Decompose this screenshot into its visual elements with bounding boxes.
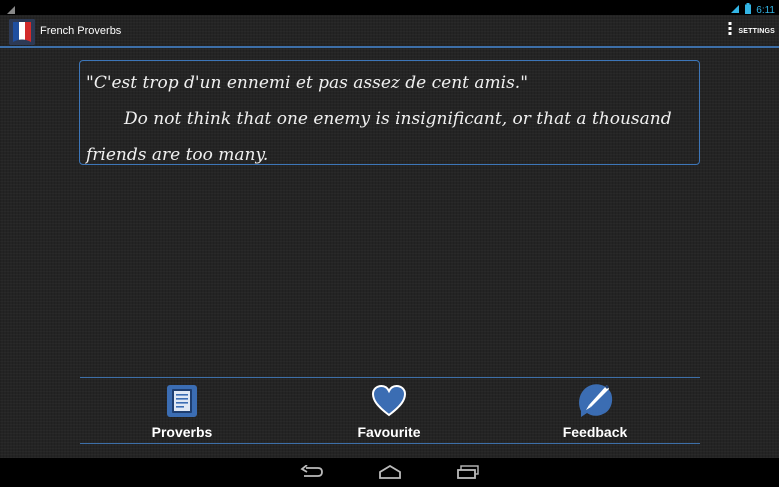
system-nav-bar: [0, 458, 779, 487]
app-title: French Proverbs: [40, 25, 122, 37]
proverb-english-line1: Do not think that one enemy is insignifi…: [124, 109, 672, 129]
settings-button[interactable]: SETTINGS: [728, 22, 775, 40]
overflow-menu-icon: [728, 22, 732, 40]
quill-pen-icon: [575, 381, 615, 424]
bottom-nav: Proverbs Favourite Feedback: [80, 377, 700, 444]
nav-proverbs[interactable]: Proverbs: [102, 378, 262, 443]
nav-proverbs-label: Proverbs: [151, 424, 213, 440]
book-icon: [166, 384, 198, 423]
recents-icon[interactable]: [456, 465, 480, 484]
settings-label: SETTINGS: [738, 27, 775, 35]
status-time: 6:11: [756, 4, 775, 16]
proverb-french: "C'est trop d'un ennemi et pas assez de …: [86, 73, 529, 93]
status-bar: 6:11: [0, 0, 779, 16]
nav-favourite-label: Favourite: [357, 424, 421, 440]
app-content: French Proverbs SETTINGS "C'est trop d'u…: [0, 15, 779, 458]
action-bar: French Proverbs SETTINGS: [0, 15, 779, 48]
heart-icon: [371, 384, 407, 423]
nav-feedback-label: Feedback: [562, 424, 628, 440]
home-icon[interactable]: [378, 464, 402, 484]
back-icon[interactable]: [300, 464, 324, 484]
proverb-english-line2: friends are too many.: [86, 145, 269, 165]
nav-feedback[interactable]: Feedback: [515, 378, 675, 443]
app-logo-icon[interactable]: [9, 19, 35, 45]
nav-favourite[interactable]: Favourite: [309, 378, 469, 443]
proverb-card: "C'est trop d'un ennemi et pas assez de …: [79, 60, 700, 165]
